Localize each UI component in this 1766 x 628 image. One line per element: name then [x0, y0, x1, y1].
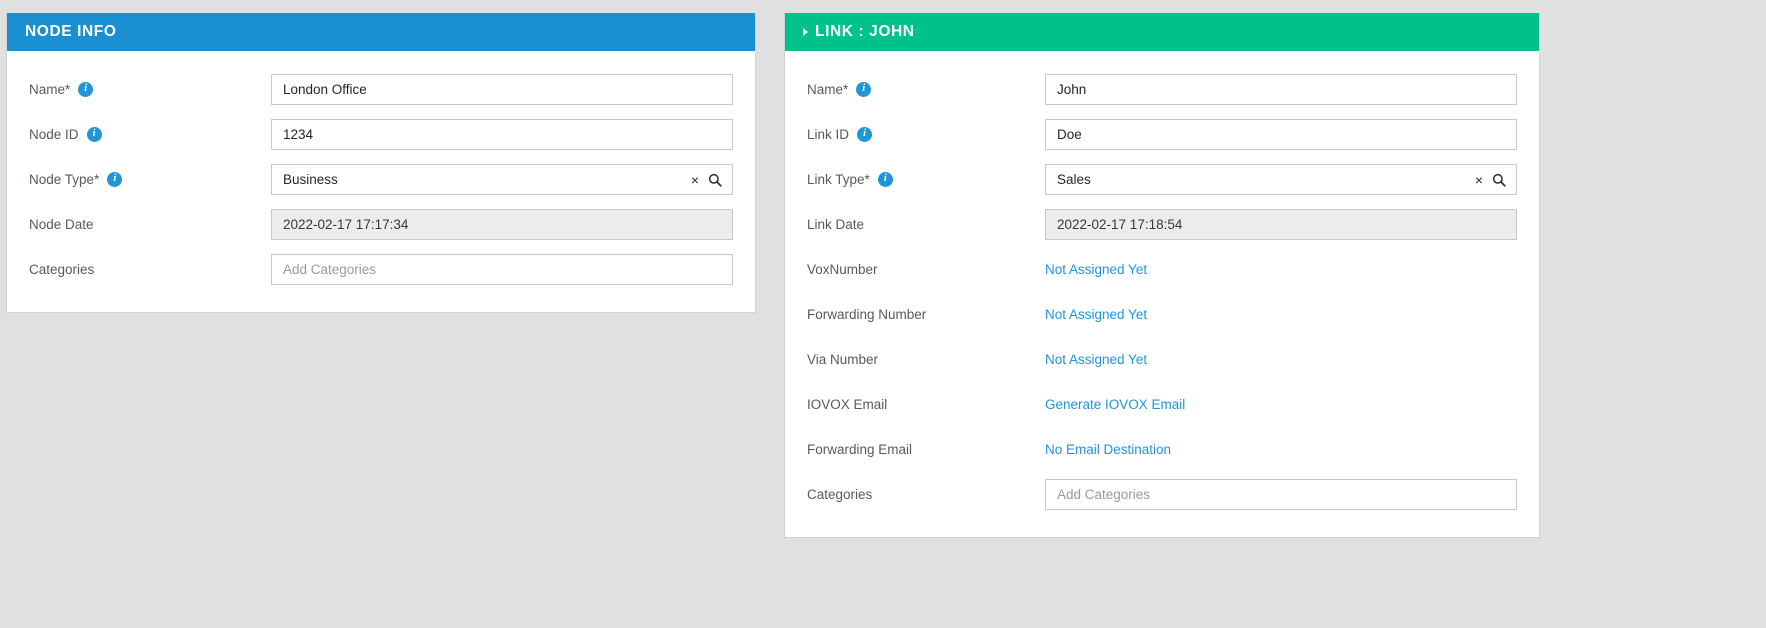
label-text: Categories	[807, 487, 872, 502]
label-name: Name* i	[29, 82, 271, 97]
info-icon[interactable]: i	[857, 127, 872, 142]
form-row-link-id: Link ID i Doe	[807, 112, 1517, 157]
readonly-link-date: 2022-02-17 17:18:54	[1045, 209, 1517, 240]
input-link-id[interactable]: Doe	[1045, 119, 1517, 150]
label-forwarding-number: Forwarding Number	[807, 307, 1045, 322]
input-name[interactable]: London Office	[271, 74, 733, 105]
label-link-type: Link Type* i	[807, 172, 1045, 187]
label-text: IOVOX Email	[807, 397, 887, 412]
node-info-panel: NODE INFO Name* i London Office Node ID i 123…	[6, 13, 756, 313]
clear-icon[interactable]: ×	[1475, 173, 1483, 187]
label-text: VoxNumber	[807, 262, 878, 277]
link-info-body: Name*iJohnLink IDiDoeLink Type*iSales×Li…	[785, 51, 1539, 537]
input-categories[interactable]: Add Categories	[1045, 479, 1517, 510]
link-action-forwarding-email[interactable]: No Email Destination	[1045, 442, 1517, 457]
label-text: Node Type*	[29, 172, 99, 187]
input-categories[interactable]: Add Categories	[271, 254, 733, 285]
field-value: Sales	[1057, 172, 1091, 187]
search-icon[interactable]	[708, 173, 722, 187]
input-name[interactable]: John	[1045, 74, 1517, 105]
info-icon[interactable]: i	[78, 82, 93, 97]
expand-caret-icon[interactable]	[803, 28, 808, 36]
label-text: Link ID	[807, 127, 849, 142]
label-text: Forwarding Email	[807, 442, 912, 457]
form-row-categories: Categories Add Categories	[29, 247, 733, 292]
link-action-iovox-email[interactable]: Generate IOVOX Email	[1045, 397, 1517, 412]
info-icon[interactable]: i	[107, 172, 122, 187]
form-row-link-type: Link Type* i Sales ×	[807, 157, 1517, 202]
label-voxnumber: VoxNumber	[807, 262, 1045, 277]
search-icon[interactable]	[1492, 173, 1506, 187]
label-via-number: Via Number	[807, 352, 1045, 367]
label-text: Categories	[29, 262, 94, 277]
label-node-date: Node Date	[29, 217, 271, 232]
field-icon-group: ×	[691, 165, 722, 194]
field-value: Business	[283, 172, 338, 187]
form-row-forwarding-number: Forwarding Number Not Assigned Yet	[807, 292, 1517, 337]
clear-icon[interactable]: ×	[691, 173, 699, 187]
info-icon[interactable]: i	[878, 172, 893, 187]
field-value: London Office	[283, 82, 367, 97]
label-categories: Categories	[29, 262, 271, 277]
label-iovox-email: IOVOX Email	[807, 397, 1045, 412]
label-text: Node ID	[29, 127, 79, 142]
field-value: 2022-02-17 17:17:34	[283, 217, 408, 232]
label-link-id: Link ID i	[807, 127, 1045, 142]
form-row-node-id: Node ID i 1234	[29, 112, 733, 157]
app-root: NODE INFO Name* i London Office Node ID i 123…	[0, 0, 1766, 628]
label-text: Via Number	[807, 352, 878, 367]
info-icon[interactable]: i	[856, 82, 871, 97]
input-link-type[interactable]: Sales ×	[1045, 164, 1517, 195]
form-row-via-number: Via Number Not Assigned Yet	[807, 337, 1517, 382]
field-icon-group: ×	[1475, 165, 1506, 194]
label-text: Node Date	[29, 217, 94, 232]
node-info-body: Name* i London Office Node ID i 1234 Node Type…	[7, 51, 755, 312]
label-forwarding-email: Forwarding Email	[807, 442, 1045, 457]
field-value: 2022-02-17 17:18:54	[1057, 217, 1182, 232]
form-row-iovox-email: IOVOX Email Generate IOVOX Email	[807, 382, 1517, 427]
field-value: Doe	[1057, 127, 1082, 142]
form-row-forwarding-email: Forwarding Email No Email Destination	[807, 427, 1517, 472]
form-row-node-date: Node Date 2022-02-17 17:17:34	[29, 202, 733, 247]
label-text: Forwarding Number	[807, 307, 926, 322]
label-link-date: Link Date	[807, 217, 1045, 232]
node-info-title: NODE INFO	[25, 23, 117, 41]
link-info-panel: LINK : JOHN Name* i John Link ID i Doe Link Ty…	[784, 13, 1540, 538]
label-node-id: Node ID i	[29, 127, 271, 142]
link-info-title: LINK : JOHN	[815, 23, 915, 41]
info-icon[interactable]: i	[87, 127, 102, 142]
label-name: Name* i	[807, 82, 1045, 97]
node-info-header: NODE INFO	[7, 13, 755, 51]
form-row-voxnumber: VoxNumber Not Assigned Yet	[807, 247, 1517, 292]
label-node-type: Node Type* i	[29, 172, 271, 187]
link-action-via-number[interactable]: Not Assigned Yet	[1045, 352, 1517, 367]
readonly-node-date: 2022-02-17 17:17:34	[271, 209, 733, 240]
label-text: Name*	[29, 82, 70, 97]
field-value: Add Categories	[283, 262, 376, 277]
form-row-node-type: Node Type* i Business ×	[29, 157, 733, 202]
link-info-header[interactable]: LINK : JOHN	[785, 13, 1539, 51]
form-row-name: Name* i London Office	[29, 67, 733, 112]
form-row-name: Name* i John	[807, 67, 1517, 112]
label-text: Name*	[807, 82, 848, 97]
form-row-link-date: Link Date 2022-02-17 17:18:54	[807, 202, 1517, 247]
field-value: John	[1057, 82, 1086, 97]
input-node-id[interactable]: 1234	[271, 119, 733, 150]
form-row-categories: Categories Add Categories	[807, 472, 1517, 517]
link-action-forwarding-number[interactable]: Not Assigned Yet	[1045, 307, 1517, 322]
label-categories: Categories	[807, 487, 1045, 502]
field-value: Add Categories	[1057, 487, 1150, 502]
link-action-voxnumber[interactable]: Not Assigned Yet	[1045, 262, 1517, 277]
label-text: Link Date	[807, 217, 864, 232]
input-node-type[interactable]: Business ×	[271, 164, 733, 195]
label-text: Link Type*	[807, 172, 870, 187]
field-value: 1234	[283, 127, 313, 142]
